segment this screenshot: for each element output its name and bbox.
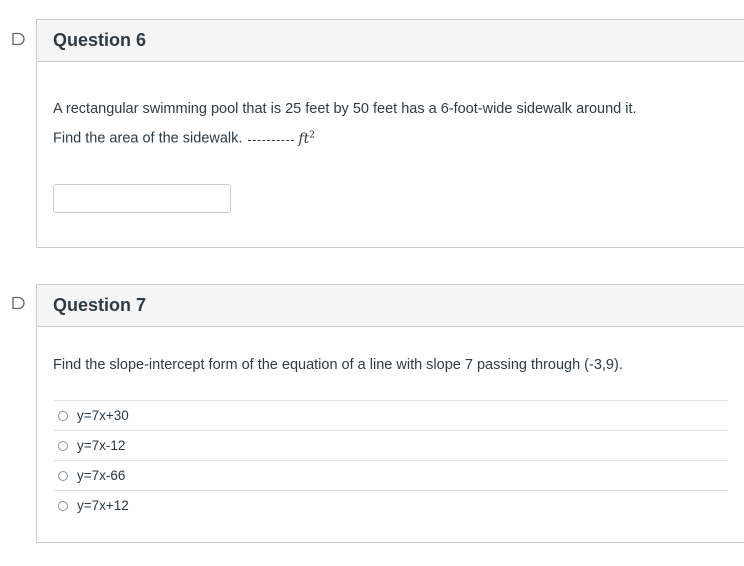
question-header: Question 6 xyxy=(37,20,744,62)
question-7: Question 7 Find the slope-intercept form… xyxy=(36,284,744,543)
question-header: Question 7 xyxy=(37,285,744,327)
flag-question-7-icon[interactable] xyxy=(11,296,25,310)
question-prompt-line: Find the area of the sidewalk. ft2 xyxy=(53,130,728,147)
question-6: Question 6 A rectangular swimming pool t… xyxy=(36,19,744,248)
answer-option[interactable]: y=7x-66 xyxy=(53,460,728,490)
question-title: Question 6 xyxy=(53,30,147,50)
radio-button[interactable] xyxy=(58,410,68,421)
option-label: y=7x-12 xyxy=(77,438,126,453)
radio-button[interactable] xyxy=(58,470,68,481)
option-label: y=7x+30 xyxy=(77,408,129,423)
answer-input[interactable] xyxy=(53,183,231,213)
answer-option[interactable]: y=7x+30 xyxy=(53,400,728,430)
quiz-page: Question 6 A rectangular swimming pool t… xyxy=(0,0,744,566)
flag-question-6-icon[interactable] xyxy=(11,32,25,46)
question-title: Question 7 xyxy=(53,295,147,315)
option-label: y=7x+12 xyxy=(77,498,129,513)
answer-option[interactable]: y=7x-12 xyxy=(53,430,728,460)
blank-line xyxy=(248,139,295,141)
option-label: y=7x-66 xyxy=(77,468,126,483)
question-prompt: Find the area of the sidewalk. xyxy=(53,130,243,147)
answer-option[interactable]: y=7x+12 xyxy=(53,490,728,520)
question-text: Find the slope-intercept form of the equ… xyxy=(53,357,623,373)
unit-label: ft2 xyxy=(298,130,315,147)
question-text: A rectangular swimming pool that is 25 f… xyxy=(53,101,637,117)
radio-button[interactable] xyxy=(58,440,68,451)
radio-button[interactable] xyxy=(58,500,68,511)
